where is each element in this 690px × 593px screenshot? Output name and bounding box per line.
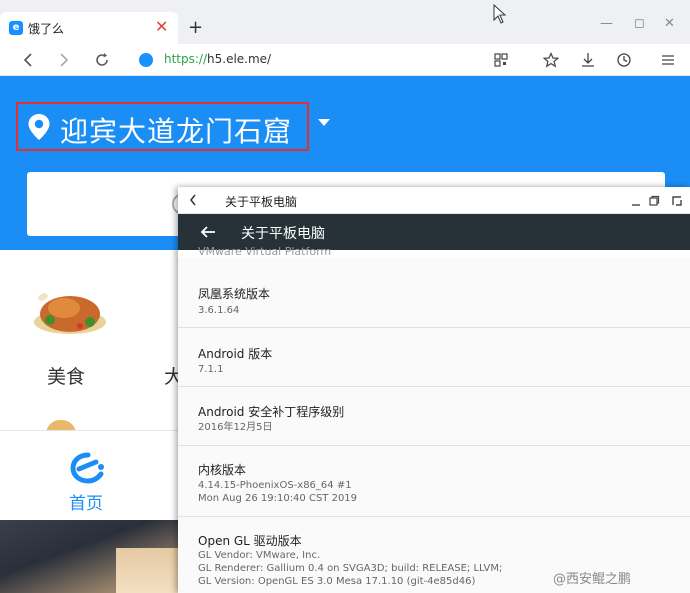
setting-value: 3.6.1.64	[198, 305, 240, 316]
setting-title: 凤凰系统版本	[198, 287, 271, 301]
setting-value: GL Version: OpenGL ES 3.0 Mesa 17.1.10 (…	[198, 576, 476, 587]
food-category-image[interactable]	[30, 280, 110, 338]
location-selector[interactable]: 迎宾大道龙门石窟	[16, 102, 309, 151]
browser-tab-eleme[interactable]: e 饿了么 ✕	[0, 12, 178, 44]
window-title: 关于平板电脑	[225, 195, 298, 209]
mouse-cursor-icon	[493, 4, 507, 24]
setting-value: 2016年12月5日	[198, 422, 273, 433]
history-icon[interactable]	[616, 52, 632, 68]
about-tablet-window: 关于平板电脑 关于平板电脑 VMware Virtual Platform 凤凰…	[178, 187, 690, 593]
setting-value: GL Vendor: VMware, Inc.	[198, 550, 321, 561]
url-field[interactable]: https://h5.ele.me/	[164, 52, 271, 66]
setting-kernel-version[interactable]: 内核版本 4.14.15-PhoenixOS-x86_64 #1 Mon Aug…	[178, 446, 690, 517]
menu-icon[interactable]	[660, 52, 676, 68]
window-title-bar: 关于平板电脑	[178, 187, 690, 214]
setting-value: Mon Aug 26 19:10:40 CST 2019	[198, 493, 358, 504]
browser-tab-bar: e 饿了么 ✕ + — ◻ ✕	[0, 0, 690, 44]
setting-title: Android 安全补丁程序级别	[198, 405, 345, 419]
tab-close-icon[interactable]: ✕	[155, 17, 168, 37]
secure-icon	[139, 53, 153, 67]
star-icon[interactable]	[543, 52, 559, 68]
setting-title: Android 版本	[198, 347, 273, 361]
window-minimize-icon[interactable]	[630, 195, 642, 207]
eleme-favicon-icon: e	[9, 21, 23, 35]
tab-title: 饿了么	[28, 22, 65, 36]
settings-title: 关于平板电脑	[241, 226, 325, 242]
close-window-icon[interactable]: ✕	[664, 16, 675, 31]
category-label-food[interactable]: 美食	[47, 362, 85, 389]
bottom-nav: 首页	[0, 430, 180, 520]
window-back-icon[interactable]	[189, 194, 197, 206]
reload-icon[interactable]	[94, 52, 110, 68]
weibo-watermark: @西安鲲之鹏	[553, 572, 632, 587]
window-restore-icon[interactable]	[648, 195, 660, 207]
maximize-icon[interactable]: ◻	[634, 16, 645, 31]
setting-title: Open GL 驱动版本	[198, 534, 302, 548]
forward-icon[interactable]	[58, 52, 70, 68]
qr-code-icon[interactable]	[494, 53, 508, 67]
setting-title: 内核版本	[198, 463, 247, 477]
setting-android-version[interactable]: Android 版本 7.1.1	[178, 328, 690, 387]
minimize-icon[interactable]: —	[600, 16, 613, 31]
back-icon[interactable]	[22, 52, 34, 68]
home-tab-label[interactable]: 首页	[69, 489, 103, 514]
clipped-setting-value: VMware Virtual Platform	[198, 245, 332, 258]
download-icon[interactable]	[580, 52, 596, 68]
location-text: 迎宾大道龙门石窟	[60, 115, 293, 148]
location-pin-icon	[28, 114, 50, 140]
setting-value: GL Renderer: Gallium 0.4 on SVGA3D; buil…	[198, 563, 503, 574]
location-dropdown-icon[interactable]	[318, 119, 330, 126]
arrow-back-icon[interactable]	[200, 225, 216, 239]
new-tab-icon[interactable]: +	[188, 17, 203, 39]
window-maximize-icon[interactable]	[670, 194, 684, 208]
setting-security-patch[interactable]: Android 安全补丁程序级别 2016年12月5日	[178, 387, 690, 446]
address-bar: https://h5.ele.me/	[0, 44, 690, 76]
setting-value: 7.1.1	[198, 364, 224, 375]
setting-value: 4.14.15-PhoenixOS-x86_64 #1	[198, 480, 352, 491]
setting-phoenix-version[interactable]: 凤凰系统版本 3.6.1.64	[178, 258, 690, 328]
eleme-home-icon[interactable]	[68, 451, 108, 485]
desktop-wallpaper-highlight	[116, 548, 180, 593]
